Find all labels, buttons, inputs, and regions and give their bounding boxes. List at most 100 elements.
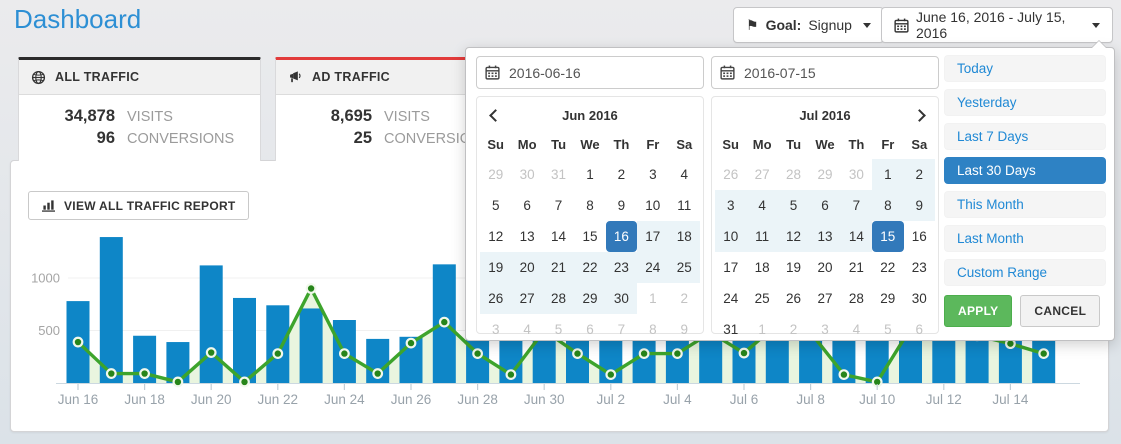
calendar-day[interactable]: 13 [809,221,840,252]
calendar-day[interactable]: 1 [637,283,668,314]
calendar-day[interactable]: 2 [606,159,637,190]
calendar-day[interactable]: 1 [872,159,903,190]
view-all-traffic-report-button[interactable]: VIEW ALL TRAFFIC REPORT [28,191,249,220]
calendar-day[interactable]: 28 [841,283,872,314]
calendar-day[interactable]: 10 [715,221,746,252]
calendar-day[interactable]: 29 [574,283,605,314]
prev-month-icon[interactable] [489,109,502,122]
calendar-day[interactable]: 9 [669,314,700,345]
calendar-day[interactable]: 14 [841,221,872,252]
calendar-day[interactable]: 4 [841,314,872,345]
calendar-day[interactable]: 2 [778,314,809,345]
calendar-day[interactable]: 30 [841,159,872,190]
next-month-icon[interactable] [913,109,926,122]
calendar-day[interactable]: 3 [637,159,668,190]
calendar-day[interactable]: 4 [746,190,777,221]
calendar-day[interactable]: 5 [543,314,574,345]
calendar-day[interactable]: 28 [778,159,809,190]
calendar-day[interactable]: 5 [480,190,511,221]
calendar-day[interactable]: 21 [543,252,574,283]
calendar-day[interactable]: 4 [669,159,700,190]
calendar-day[interactable]: 9 [904,190,935,221]
calendar-day[interactable]: 1 [574,159,605,190]
calendar-day[interactable]: 27 [511,283,542,314]
calendar-day[interactable]: 30 [904,283,935,314]
calendar-day[interactable]: 7 [606,314,637,345]
calendar-day[interactable]: 2 [669,283,700,314]
calendar-day[interactable]: 26 [480,283,511,314]
calendar-day[interactable]: 26 [778,283,809,314]
calendar-day[interactable]: 20 [809,252,840,283]
calendar-day[interactable]: 23 [904,252,935,283]
calendar-day[interactable]: 25 [746,283,777,314]
calendar-day[interactable]: 11 [746,221,777,252]
calendar-day[interactable]: 11 [669,190,700,221]
calendar-day[interactable]: 10 [637,190,668,221]
range-option-last-month[interactable]: Last Month [944,225,1106,252]
calendar-day[interactable]: 4 [511,314,542,345]
calendar-day[interactable]: 3 [809,314,840,345]
calendar-day[interactable]: 31 [715,314,746,345]
calendar-day[interactable]: 25 [669,252,700,283]
calendar-day[interactable]: 8 [872,190,903,221]
calendar-day[interactable]: 2 [904,159,935,190]
calendar-day[interactable]: 3 [715,190,746,221]
calendar-day[interactable]: 7 [841,190,872,221]
calendar-day[interactable]: 18 [669,221,700,252]
calendar-day[interactable]: 7 [543,190,574,221]
calendar-day[interactable]: 6 [574,314,605,345]
start-date-input[interactable] [476,56,704,89]
calendar-day[interactable]: 29 [480,159,511,190]
calendar-day[interactable]: 8 [637,314,668,345]
calendar-day[interactable]: 24 [637,252,668,283]
calendar-day[interactable]: 26 [715,159,746,190]
calendar-day[interactable]: 6 [904,314,935,345]
calendar-day[interactable]: 6 [511,190,542,221]
calendar-day[interactable]: 18 [746,252,777,283]
calendar-day[interactable]: 8 [574,190,605,221]
calendar-day[interactable]: 16 [904,221,935,252]
tab-all-traffic[interactable]: ALL TRAFFIC 34,878 VISITS 96 CONVERSIONS [18,57,261,161]
calendar-day[interactable]: 30 [606,283,637,314]
calendar-day[interactable]: 1 [746,314,777,345]
calendar-day[interactable]: 28 [543,283,574,314]
range-option-custom-range[interactable]: Custom Range [944,259,1106,286]
goal-selector-button[interactable]: ⚑ Goal: Signup [733,7,884,43]
calendar-day[interactable]: 27 [746,159,777,190]
calendar-day[interactable]: 19 [480,252,511,283]
range-option-yesterday[interactable]: Yesterday [944,89,1106,116]
range-option-last-30-days[interactable]: Last 30 Days [944,157,1106,184]
calendar-day[interactable]: 30 [511,159,542,190]
calendar-day[interactable]: 15 [872,221,903,252]
calendar-day[interactable]: 21 [841,252,872,283]
calendar-day[interactable]: 13 [511,221,542,252]
apply-button[interactable]: APPLY [944,295,1012,327]
cancel-button[interactable]: CANCEL [1020,295,1100,327]
calendar-day[interactable]: 23 [606,252,637,283]
calendar-day[interactable]: 27 [809,283,840,314]
range-option-this-month[interactable]: This Month [944,191,1106,218]
calendar-day[interactable]: 31 [543,159,574,190]
calendar-day[interactable]: 12 [778,221,809,252]
calendar-day[interactable]: 22 [872,252,903,283]
calendar-day[interactable]: 6 [809,190,840,221]
date-range-button[interactable]: June 16, 2016 - July 15, 2016 [881,7,1113,43]
calendar-day[interactable]: 5 [872,314,903,345]
calendar-day[interactable]: 9 [606,190,637,221]
range-option-today[interactable]: Today [944,55,1106,82]
calendar-day[interactable]: 12 [480,221,511,252]
calendar-day[interactable]: 22 [574,252,605,283]
calendar-day[interactable]: 24 [715,283,746,314]
range-option-last-7-days[interactable]: Last 7 Days [944,123,1106,150]
calendar-day[interactable]: 17 [715,252,746,283]
calendar-day[interactable]: 17 [637,221,668,252]
end-date-input[interactable] [711,56,939,89]
calendar-day[interactable]: 29 [809,159,840,190]
calendar-day[interactable]: 16 [606,221,637,252]
calendar-day[interactable]: 14 [543,221,574,252]
calendar-day[interactable]: 29 [872,283,903,314]
calendar-day[interactable]: 15 [574,221,605,252]
calendar-day[interactable]: 3 [480,314,511,345]
calendar-day[interactable]: 19 [778,252,809,283]
calendar-day[interactable]: 5 [778,190,809,221]
